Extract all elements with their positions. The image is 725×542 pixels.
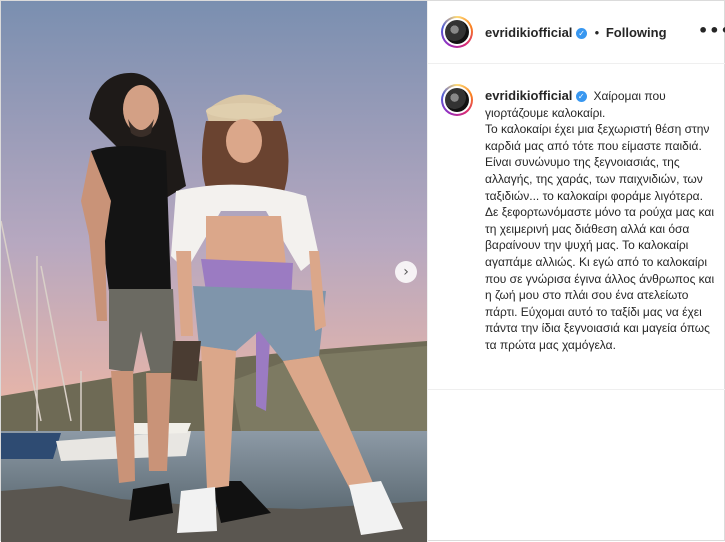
comments-area[interactable]: evridikiofficial ✓ Χαίρομαι που γιορτάζο… (428, 64, 725, 390)
header-line: evridikiofficial ✓ • Following (485, 25, 667, 40)
avatar[interactable] (441, 16, 473, 48)
post-sidebar: evridikiofficial ✓ • Following ••• evrid… (427, 1, 725, 542)
following-button[interactable]: Following (606, 25, 667, 40)
post-header: evridikiofficial ✓ • Following ••• (428, 1, 725, 64)
verified-badge-icon: ✓ (576, 28, 588, 40)
separator-dot: • (594, 25, 600, 40)
caption-avatar[interactable] (441, 84, 473, 116)
verified-badge-icon: ✓ (575, 91, 587, 103)
caption-username[interactable]: evridikiofficial (485, 88, 572, 103)
post-photo-illustration (1, 1, 427, 542)
caption-text: Χαίρομαι που γιορτάζουμε καλοκαίρι. Το κ… (485, 89, 715, 352)
more-options-icon[interactable]: ••• (698, 21, 725, 40)
chevron-right-icon: › (403, 264, 409, 280)
instagram-post: › evridikiofficial ✓ • Following ••• evr… (0, 0, 725, 542)
header-username[interactable]: evridikiofficial (485, 25, 572, 40)
next-photo-button[interactable]: › (395, 261, 417, 283)
post-caption: evridikiofficial ✓ Χαίρομαι που γιορτάζο… (485, 88, 715, 354)
post-photo[interactable]: › (1, 1, 427, 542)
